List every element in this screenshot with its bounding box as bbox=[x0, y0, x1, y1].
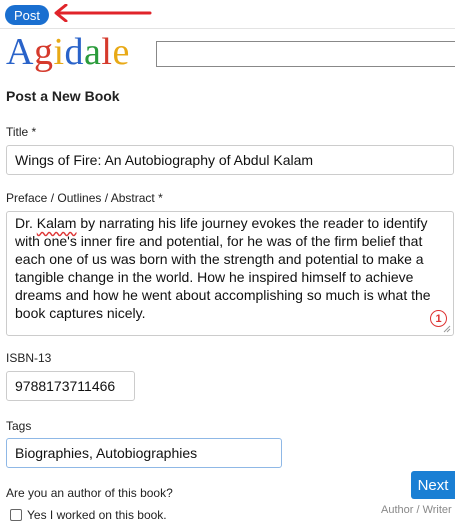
preface-textarea[interactable]: Dr. Kalam by narrating his life journey … bbox=[6, 211, 454, 336]
isbn-label: ISBN-13 bbox=[6, 351, 52, 365]
isbn-field[interactable]: 9788173711466 bbox=[6, 371, 135, 401]
page-title: Post a New Book bbox=[6, 88, 120, 104]
header-divider bbox=[0, 28, 455, 29]
title-field[interactable]: Wings of Fire: An Autobiography of Abdul… bbox=[6, 145, 454, 175]
author-role-text: Author / Writer bbox=[381, 504, 452, 516]
author-checkbox[interactable] bbox=[10, 509, 22, 521]
agidale-logo[interactable]: Agidale bbox=[6, 30, 130, 74]
author-question: Are you an author of this book? bbox=[6, 486, 173, 500]
misspelled-word[interactable]: Kalam bbox=[37, 215, 77, 231]
title-label: Title * bbox=[6, 125, 37, 139]
tags-field[interactable]: Biographies, Autobiographies bbox=[6, 438, 282, 468]
post-button[interactable]: Post bbox=[5, 5, 49, 25]
tags-label: Tags bbox=[6, 419, 32, 433]
preface-label: Preface / Outlines / Abstract * bbox=[6, 191, 163, 205]
next-button[interactable]: Next bbox=[411, 471, 455, 499]
search-input[interactable] bbox=[156, 41, 455, 67]
annotation-arrow-icon bbox=[54, 4, 152, 22]
resize-handle-icon[interactable] bbox=[443, 325, 451, 333]
